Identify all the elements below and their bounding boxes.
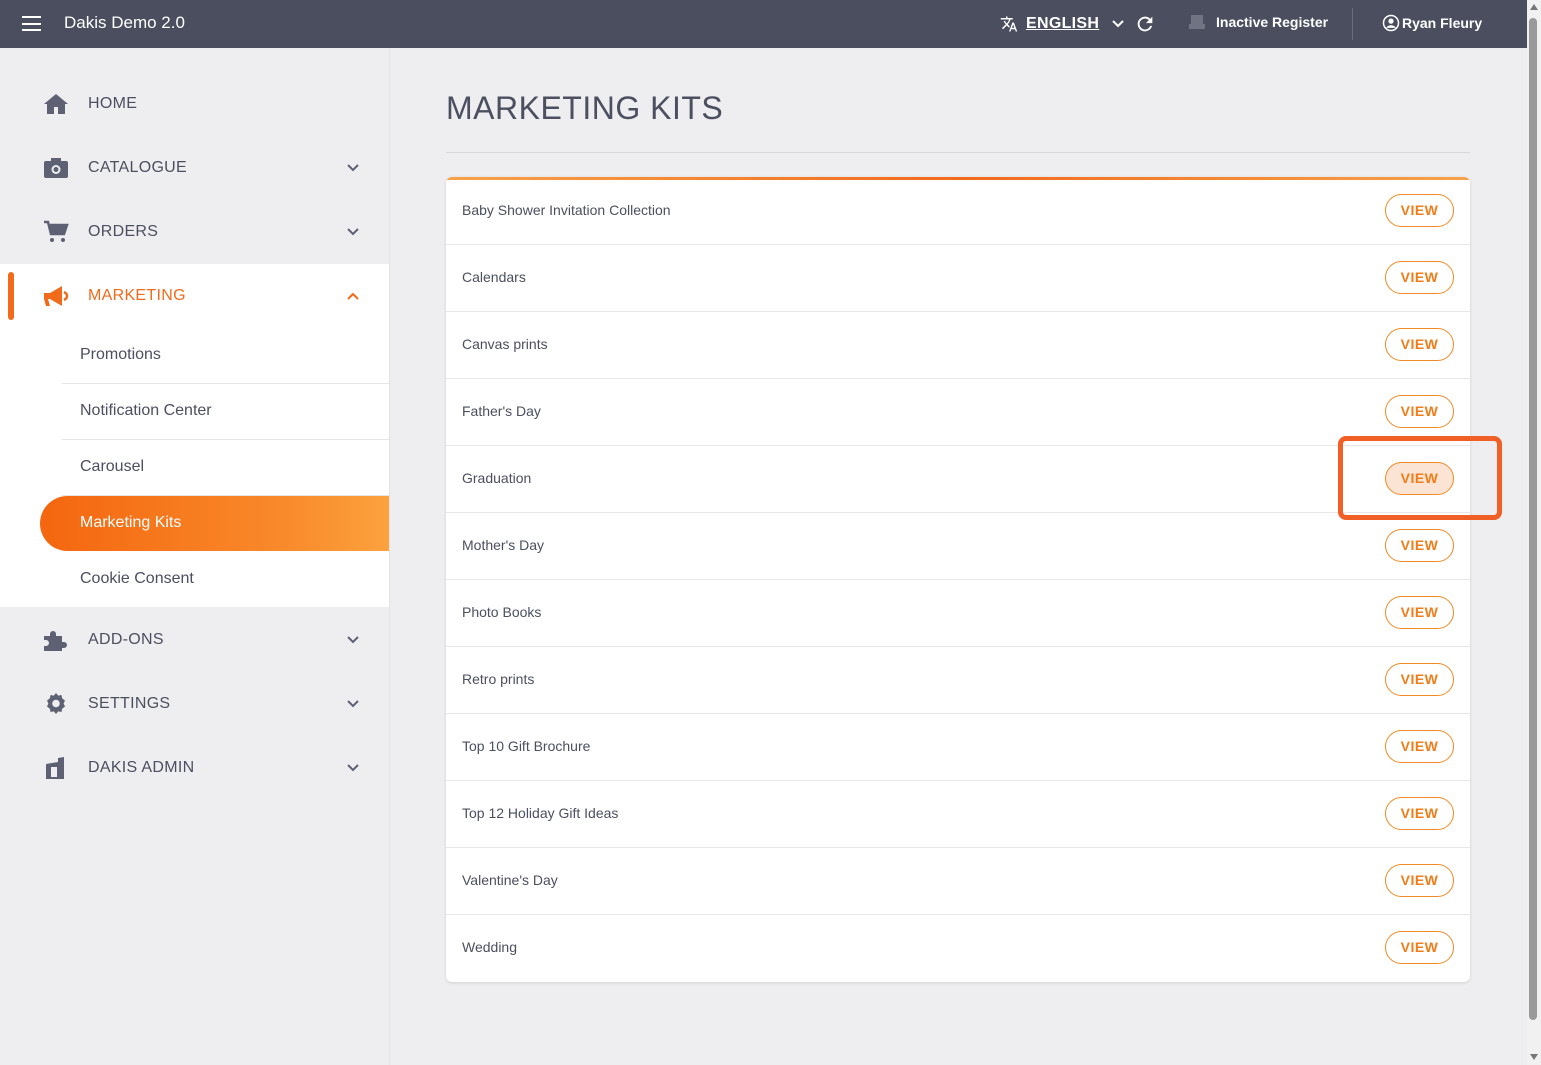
subitem-label: Cookie Consent [80, 570, 194, 587]
kit-name: Top 10 Gift Brochure [462, 738, 591, 754]
view-button[interactable]: VIEW [1385, 797, 1454, 830]
chevron-down-icon [1112, 20, 1124, 28]
sidebar-item-label: ADD-ONS [88, 631, 164, 648]
sidebar-item-marketing[interactable]: MARKETING [0, 264, 390, 328]
marketing-kits-list: Baby Shower Invitation Collection VIEW Cal… [446, 177, 1470, 982]
scroll-thumb[interactable] [1529, 18, 1537, 1020]
kit-name: Graduation [462, 470, 532, 486]
kit-name: Calendars [462, 269, 526, 285]
subitem-label: Marketing Kits [80, 514, 182, 531]
subitem-label: Carousel [80, 458, 145, 475]
scroll-up-arrow-icon[interactable] [1530, 4, 1538, 10]
account-circle-icon [1382, 14, 1400, 32]
menu-icon[interactable] [22, 16, 41, 31]
chevron-down-icon [347, 764, 359, 772]
sidebar-item-label: MARKETING [88, 287, 186, 304]
sidebar-item-catalogue[interactable]: CATALOGUE [0, 136, 390, 200]
view-button[interactable]: VIEW [1385, 730, 1454, 763]
translate-icon [1000, 16, 1018, 32]
puzzle-icon [44, 631, 67, 651]
sidebar-subitem-cookie-consent[interactable]: Cookie Consent [62, 552, 390, 607]
register-icon [1189, 15, 1205, 29]
kit-name: Top 12 Holiday Gift Ideas [462, 805, 619, 821]
cart-icon [44, 220, 69, 242]
language-selector[interactable]: ENGLISH [1000, 12, 1125, 36]
sidebar-item-orders[interactable]: ORDERS [0, 200, 390, 264]
sidebar-subitem-notification-center[interactable]: Notification Center [62, 384, 390, 440]
sidebar-item-home[interactable]: HOME [0, 72, 390, 136]
user-name: Ryan Fleury [1402, 15, 1483, 31]
view-button[interactable]: VIEW [1385, 931, 1454, 964]
list-item: Graduation VIEW [446, 445, 1470, 513]
title-divider [446, 152, 1470, 153]
sidebar-item-add-ons[interactable]: ADD-ONS [0, 608, 390, 672]
gear-icon [47, 693, 65, 714]
user-menu[interactable]: Ryan Fleury [1382, 14, 1482, 32]
sidebar-item-label: HOME [88, 95, 138, 112]
sidebar-item-label: DAKIS ADMIN [88, 759, 195, 776]
chevron-down-icon [347, 700, 359, 708]
sidebar-subitem-carousel[interactable]: Carousel [62, 440, 390, 496]
chevron-up-icon [347, 292, 359, 300]
kit-name: Retro prints [462, 671, 535, 687]
register-status[interactable]: Inactive Register [1188, 13, 1328, 31]
marketing-section: MARKETING Promotions Notification Center… [0, 264, 390, 607]
list-item: Top 10 Gift Brochure VIEW [446, 713, 1470, 781]
refresh-icon[interactable] [1134, 13, 1156, 35]
list-item: Photo Books VIEW [446, 579, 1470, 647]
view-button[interactable]: VIEW [1385, 194, 1454, 227]
kit-name: Valentine's Day [462, 872, 558, 888]
top-bar: Dakis Demo 2.0 ENGLISH Inactive Register… [0, 0, 1527, 48]
sidebar-subitem-promotions[interactable]: Promotions [62, 328, 390, 384]
app-title: Dakis Demo 2.0 [64, 13, 185, 32]
view-button[interactable]: VIEW [1385, 462, 1454, 495]
subitem-label: Promotions [80, 346, 161, 363]
home-icon [44, 94, 68, 114]
view-button[interactable]: VIEW [1385, 328, 1454, 361]
view-button[interactable]: VIEW [1385, 864, 1454, 897]
sidebar-item-dakis-admin[interactable]: DAKIS ADMIN [0, 736, 390, 800]
sidebar-item-label: ORDERS [88, 223, 159, 240]
sidebar-item-label: SETTINGS [88, 695, 171, 712]
chevron-down-icon [347, 164, 359, 172]
list-item: Retro prints VIEW [446, 646, 1470, 714]
megaphone-icon [44, 286, 69, 306]
list-item: Wedding VIEW [446, 914, 1470, 981]
dakis-logo-icon [46, 757, 64, 779]
list-item: Father's Day VIEW [446, 378, 1470, 446]
language-label: ENGLISH [1026, 15, 1100, 32]
topbar-divider [1352, 8, 1353, 40]
kit-name: Mother's Day [462, 537, 545, 553]
kit-name: Father's Day [462, 403, 541, 419]
chevron-down-icon [347, 228, 359, 236]
kit-name: Canvas prints [462, 336, 548, 352]
view-button[interactable]: VIEW [1385, 663, 1454, 696]
list-item: Top 12 Holiday Gift Ideas VIEW [446, 780, 1470, 848]
chevron-down-icon [347, 636, 359, 644]
register-label: Inactive Register [1216, 14, 1329, 30]
view-button[interactable]: VIEW [1385, 529, 1454, 562]
sidebar-item-label: CATALOGUE [88, 159, 188, 176]
sidebar: HOME CATALOGUE ORDERS MARKETING Promotio… [0, 48, 390, 1065]
kit-name: Photo Books [462, 604, 542, 620]
scroll-down-arrow-icon[interactable] [1530, 1054, 1538, 1060]
active-indicator [8, 272, 14, 320]
subitem-label: Notification Center [80, 402, 212, 419]
list-item: Baby Shower Invitation Collection VIEW [446, 177, 1470, 245]
sidebar-item-settings[interactable]: SETTINGS [0, 672, 390, 736]
list-item: Canvas prints VIEW [446, 311, 1470, 379]
view-button[interactable]: VIEW [1385, 596, 1454, 629]
view-button[interactable]: VIEW [1385, 261, 1454, 294]
sidebar-subitem-marketing-kits[interactable]: Marketing Kits [40, 496, 390, 551]
list-item: Calendars VIEW [446, 244, 1470, 312]
list-item: Valentine's Day VIEW [446, 847, 1470, 915]
list-item: Mother's Day VIEW [446, 512, 1470, 580]
view-button[interactable]: VIEW [1385, 395, 1454, 428]
camera-icon [44, 158, 68, 178]
scrollbar[interactable] [1527, 0, 1541, 1065]
page-title: MARKETING KITS [446, 90, 724, 126]
kit-name: Wedding [462, 939, 518, 955]
kit-name: Baby Shower Invitation Collection [462, 202, 671, 218]
